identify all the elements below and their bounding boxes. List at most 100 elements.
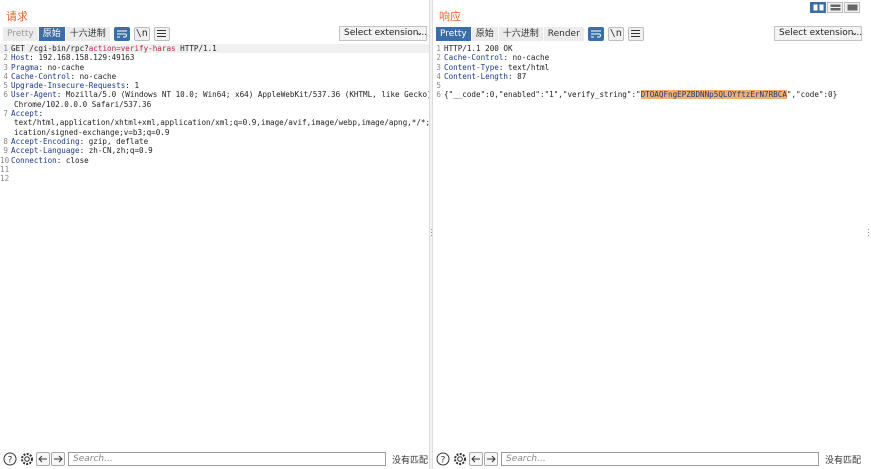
code-text: Cache-Control: no-cache	[11, 72, 116, 81]
code-token: : no-cache	[38, 62, 85, 72]
header-name: Content-Length	[444, 71, 509, 81]
wrap-lines-icon[interactable]	[587, 26, 604, 41]
request-tab-raw[interactable]: 原始	[38, 26, 65, 41]
code-line-continuation: text/html,application/xhtml+xml,applicat…	[14, 118, 476, 128]
request-tab-pretty[interactable]: Pretty	[3, 26, 38, 41]
newline-toggle-icon[interactable]: \n	[607, 26, 624, 41]
line-number: 7	[3, 109, 8, 119]
request-editor[interactable]: 1 GET /cgi-bin/rpc?action=verify-haras HT…	[0, 44, 476, 447]
code-line: 11	[0, 165, 429, 174]
chevron-down-icon: ⌄	[850, 28, 858, 38]
response-select-extension[interactable]: Select extension... ⌄	[774, 26, 862, 41]
svg-text:?: ?	[7, 456, 12, 466]
line-number: 9	[3, 146, 8, 156]
view-mode-toggle	[809, 2, 860, 13]
line-number: 4	[3, 71, 8, 81]
request-pane: 请求 Pretty 原始 十六进制 \n Select extension...…	[0, 0, 476, 469]
code-token: ","code":0}	[786, 90, 838, 100]
next-match-arrow-icon[interactable]	[484, 452, 498, 466]
code-line: 7 Accept:	[0, 109, 429, 118]
code-token: : text/html	[498, 62, 550, 72]
code-text: HTTP/1.1 200 OK	[444, 44, 513, 53]
code-line: 5	[433, 81, 871, 90]
response-tab-render[interactable]: Render	[543, 26, 584, 41]
code-line: 4 Content-Length: 87	[433, 72, 871, 81]
previous-match-arrow-icon[interactable]	[469, 452, 483, 466]
response-editor[interactable]: 1 HTTP/1.1 200 OK 2 Cache-Control: no-cache…	[433, 44, 871, 447]
newline-toggle-icon[interactable]: \n	[133, 26, 150, 41]
request-select-extension[interactable]: Select extension... ⌄	[339, 26, 427, 41]
code-token: : gzip, deflate	[79, 136, 149, 146]
header-name: Upgrade-Insecure-Requests	[11, 81, 126, 91]
header-name: Accept	[11, 109, 39, 119]
code-text: Content-Type: text/html	[444, 63, 549, 72]
response-tab-hex[interactable]: 十六进制	[498, 26, 543, 41]
request-title: 请求	[6, 10, 28, 23]
hamburger-menu-icon[interactable]	[153, 26, 170, 41]
wrap-lines-icon[interactable]	[113, 26, 130, 41]
code-token: HTTP/1.1 200 OK	[444, 44, 513, 53]
code-token: : no-cache	[70, 71, 117, 81]
request-match-status: 没有匹配	[392, 455, 429, 466]
header-name: Accept-Encoding	[11, 136, 80, 146]
response-pane: 响应 Pretty 原始 十六进制 Render \n Select exten…	[433, 0, 871, 469]
line-number: 12	[0, 174, 10, 184]
code-line-continuation: ication/signed-exchange;v=b3;q=0.9	[14, 127, 170, 137]
hamburger-menu-icon[interactable]	[627, 26, 644, 41]
response-match-status: 没有匹配	[825, 455, 862, 466]
code-line: 3 Content-Type: text/html	[433, 63, 871, 72]
line-number: 1	[436, 44, 441, 53]
gear-icon[interactable]	[452, 452, 467, 467]
line-number: 4	[436, 71, 441, 81]
code-line: 6 User-Agent: Mozilla/5.0 (Windows NT 10.…	[0, 90, 431, 100]
side-by-side-view-icon[interactable]	[810, 2, 826, 13]
help-icon[interactable]: ?	[435, 452, 450, 467]
code-token: {"__code":0,"enabled":"1","verify_string…	[444, 90, 641, 100]
code-text: Content-Length: 87	[444, 72, 526, 81]
request-search-input[interactable]: Search...	[68, 452, 386, 466]
header-name: User-Agent	[11, 90, 57, 100]
splitter-grip-icon: · · ·	[867, 224, 870, 240]
code-token: : no-cache	[503, 53, 550, 63]
response-toolbar: Pretty 原始 十六进制 Render \n	[436, 26, 644, 41]
code-line: 8 Accept-Encoding: gzip, deflate	[0, 137, 429, 146]
previous-match-arrow-icon[interactable]	[36, 452, 50, 466]
code-text: Pragma: no-cache	[11, 63, 84, 72]
line-number: 2	[436, 53, 441, 63]
code-token: GET /cgi-bin/rpc?	[11, 44, 89, 53]
line-number: 10	[0, 155, 10, 165]
code-token: : zh-CN,zh;q=0.9	[79, 146, 153, 156]
line-number: 1	[3, 44, 8, 53]
code-text: Accept-Encoding: gzip, deflate	[11, 137, 148, 146]
code-token: : 1	[125, 81, 140, 91]
line-number: 3	[436, 62, 441, 72]
next-match-arrow-icon[interactable]	[51, 452, 65, 466]
code-line: 2 Host: 192.168.158.129:49163	[0, 53, 429, 62]
code-token: action=verify-haras	[88, 44, 176, 53]
code-text: Accept:	[11, 109, 43, 118]
code-token: HTTP/1.1	[175, 44, 217, 53]
code-line: 4 Cache-Control: no-cache	[0, 72, 429, 81]
request-tab-hex[interactable]: 十六进制	[65, 26, 110, 41]
stacked-view-icon[interactable]	[827, 2, 843, 13]
code-line: 1 HTTP/1.1 200 OK	[433, 44, 871, 53]
code-line: 3 Pragma: no-cache	[0, 63, 429, 72]
code-text: Connection: close	[11, 156, 89, 165]
code-line: 5 Upgrade-Insecure-Requests: 1	[0, 81, 429, 90]
code-line: 1 GET /cgi-bin/rpc?action=verify-haras HT…	[0, 44, 429, 54]
response-tab-pretty[interactable]: Pretty	[436, 26, 471, 41]
header-name: Content-Type	[444, 62, 499, 72]
header-name: Connection	[11, 155, 57, 165]
code-text: Accept-Language: zh-CN,zh;q=0.9	[11, 146, 153, 155]
help-icon[interactable]: ?	[2, 452, 17, 467]
response-tab-raw[interactable]: 原始	[471, 26, 498, 41]
line-number: 8	[3, 136, 8, 146]
code-text: Upgrade-Insecure-Requests: 1	[11, 81, 139, 90]
header-name: Cache-Control	[444, 53, 504, 63]
gear-icon[interactable]	[19, 452, 34, 467]
header-name: Accept-Language	[11, 146, 80, 156]
code-text: {"__code":0,"enabled":"1","verify_string…	[444, 90, 838, 100]
response-search-input[interactable]: Search...	[501, 452, 819, 466]
response-search-bar: ? Search... 没有匹配	[433, 449, 871, 469]
single-view-icon[interactable]	[844, 2, 860, 13]
